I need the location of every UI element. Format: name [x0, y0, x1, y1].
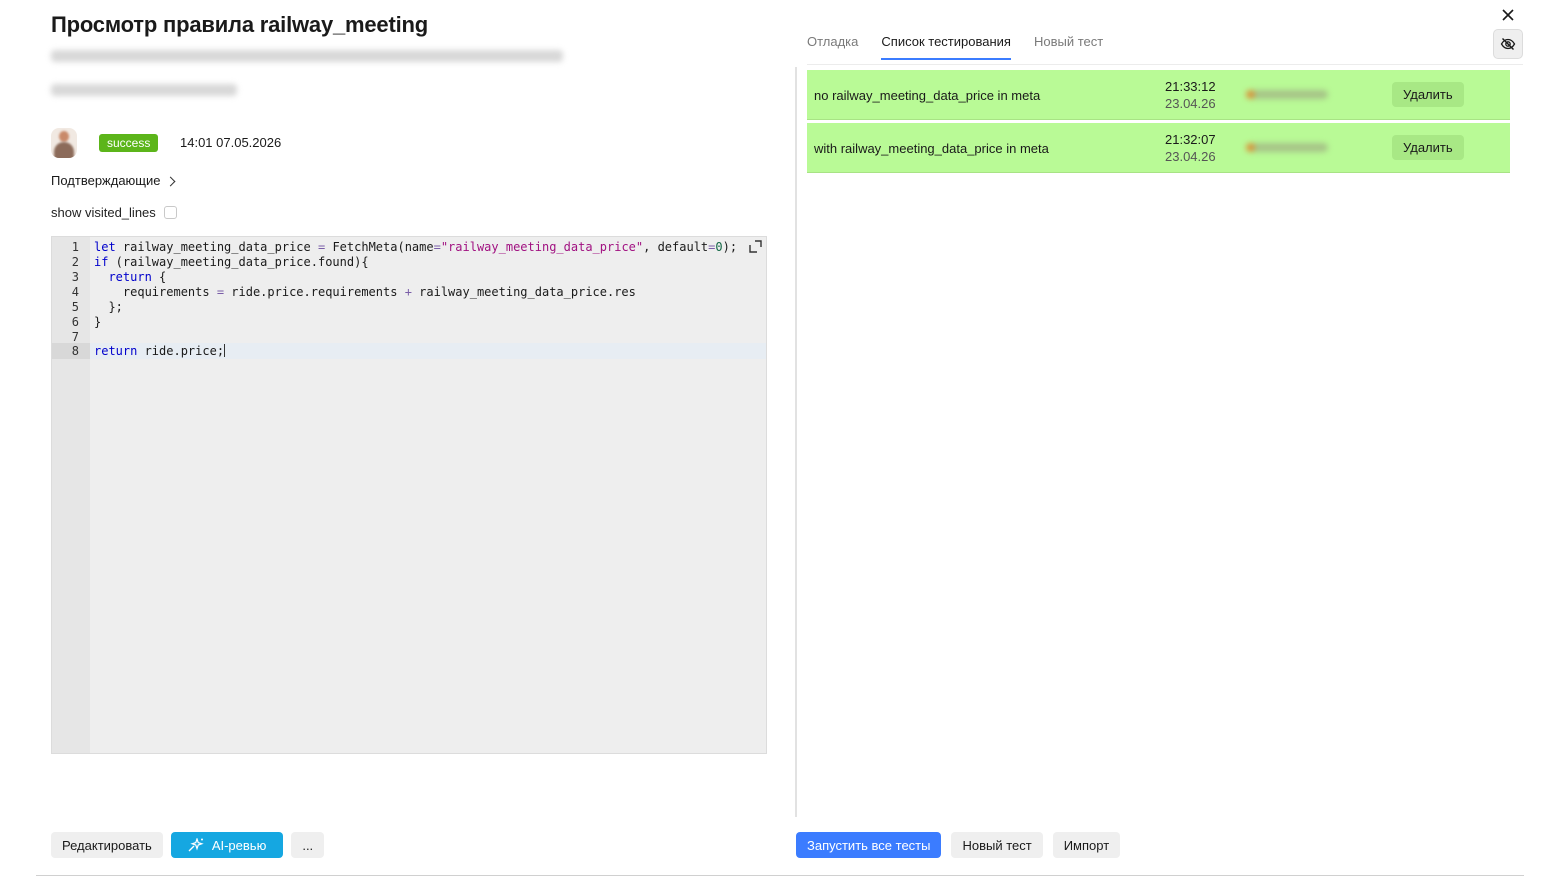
test-list: no railway_meeting_data_price in meta 21…: [807, 70, 1510, 176]
edit-button[interactable]: Редактировать: [51, 832, 163, 858]
show-visited-lines-checkbox[interactable]: [163, 206, 177, 219]
ai-review-button[interactable]: AI-ревью: [170, 832, 284, 858]
tab-debug[interactable]: Отладка: [807, 34, 858, 60]
test-time: 21:32:07: [1165, 132, 1216, 147]
rule-view-panel: Просмотр правила railway_meeting success…: [51, 0, 767, 880]
panel-divider[interactable]: [795, 67, 797, 817]
rule-subdescription-redacted: [51, 84, 237, 96]
show-visited-lines-toggle[interactable]: show visited_lines: [51, 205, 177, 220]
test-author-redacted: [1246, 143, 1328, 152]
test-row[interactable]: with railway_meeting_data_price in meta …: [807, 123, 1510, 173]
test-name: no railway_meeting_data_price in meta: [814, 88, 1041, 103]
page-title: Просмотр правила railway_meeting: [51, 12, 428, 37]
tab-test-list[interactable]: Список тестирования: [881, 34, 1011, 60]
confirmations-link[interactable]: Подтверждающие: [51, 173, 175, 188]
more-actions-button[interactable]: ...: [291, 832, 325, 858]
tests-panel: Отладка Список тестирования Новый тест n…: [807, 0, 1523, 880]
show-visited-lines-label: show visited_lines: [51, 205, 156, 220]
text-cursor: [224, 344, 226, 357]
import-button[interactable]: Импорт: [1052, 832, 1121, 858]
delete-test-button[interactable]: Удалить: [1392, 135, 1464, 160]
test-row[interactable]: no railway_meeting_data_price in meta 21…: [807, 70, 1510, 120]
test-author-redacted: [1246, 90, 1328, 99]
tabs-underline: [807, 64, 1523, 65]
tab-new-test[interactable]: Новый тест: [1034, 34, 1103, 60]
run-all-tests-button[interactable]: Запустить все тесты: [796, 832, 942, 858]
confirmations-label: Подтверждающие: [51, 173, 161, 188]
test-name: with railway_meeting_data_price in meta: [814, 141, 1049, 156]
code-line: 5 };: [71, 300, 123, 314]
code-line-active: 8 return ride.price;: [52, 343, 766, 359]
chevron-right-icon: [165, 176, 175, 186]
expand-icon[interactable]: [749, 240, 762, 253]
code-line: 4 requirements = ride.price.requirements…: [71, 285, 636, 299]
tabs: Отладка Список тестирования Новый тест: [807, 34, 1103, 60]
code-line: 6 }: [71, 315, 102, 329]
ai-review-label: AI-ревью: [211, 837, 267, 853]
test-date: 23.04.26: [1165, 149, 1216, 164]
test-date: 23.04.26: [1165, 96, 1216, 111]
sparkle-icon: [188, 838, 204, 852]
test-time: 21:33:12: [1165, 79, 1216, 94]
avatar: [51, 128, 77, 158]
editor-actions: Редактировать AI-ревью ...: [51, 832, 325, 858]
delete-test-button[interactable]: Удалить: [1392, 82, 1464, 107]
code-editor[interactable]: 1 let railway_meeting_data_price = Fetch…: [51, 236, 767, 754]
code-line: 1 let railway_meeting_data_price = Fetch…: [71, 240, 738, 254]
rule-description-redacted: [51, 50, 563, 62]
rule-meta: success 14:01 07.05.2026: [51, 126, 451, 160]
code-line: 3 return {: [71, 270, 167, 284]
test-actions: Запустить все тесты Новый тест Импорт: [796, 832, 1121, 858]
new-test-button[interactable]: Новый тест: [951, 832, 1043, 858]
footer-divider: [36, 875, 1524, 876]
status-badge: success: [99, 134, 159, 152]
code-line: 2 if (railway_meeting_data_price.found){: [71, 255, 369, 269]
rule-timestamp: 14:01 07.05.2026: [180, 135, 282, 150]
